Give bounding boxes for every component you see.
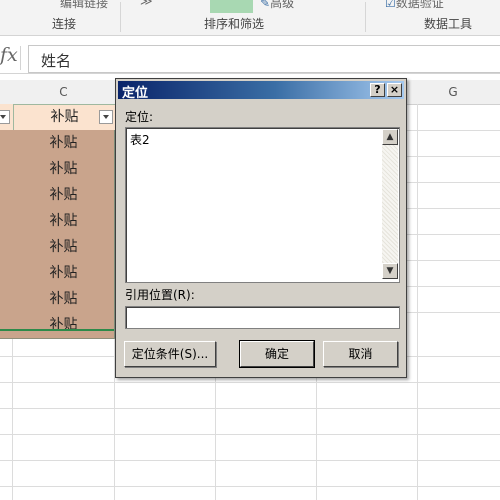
gridline [406, 312, 500, 313]
advanced-icon: ✎ [260, 0, 271, 10]
gridline [0, 486, 500, 487]
gridline [0, 408, 500, 409]
advanced-filter-button[interactable]: ✎高级 [260, 0, 294, 11]
filter-dropdown-icon[interactable] [99, 110, 113, 124]
column-header-b[interactable] [0, 80, 14, 105]
reference-input[interactable] [125, 306, 400, 329]
goto-dialog: 定位 ? × 定位: 表2 ▲ ▼ 引用位置(R): 定位条件(S)... 确定… [115, 78, 407, 378]
gridline [406, 286, 500, 287]
scroll-down-icon[interactable]: ▼ [382, 263, 398, 279]
dialog-titlebar[interactable]: 定位 ? × [118, 81, 404, 101]
formula-bar: fx 姓名 [0, 42, 500, 74]
list-item[interactable]: 表2 [130, 131, 150, 148]
listbox-scrollbar[interactable]: ▲ ▼ [382, 129, 398, 279]
data-validation-label: 数据验证 [395, 0, 444, 10]
dialog-title: 定位 [122, 86, 149, 101]
gridline [406, 208, 500, 209]
ribbon-separator [120, 2, 121, 32]
gridline [417, 104, 418, 500]
table-cell[interactable] [0, 182, 13, 209]
header-cell-text: 补贴 [50, 109, 79, 125]
group-label-data-tools: 数据工具 [424, 17, 473, 31]
reference-label: 引用位置(R): [125, 288, 195, 302]
advanced-label: 高级 [270, 0, 295, 10]
fx-icon[interactable]: fx [0, 44, 18, 66]
gridline [406, 260, 500, 261]
close-icon[interactable]: × [387, 83, 402, 97]
gridline [406, 234, 500, 235]
table-cell[interactable]: 补贴 [13, 156, 115, 183]
table-cell[interactable] [0, 286, 13, 313]
gridline [406, 182, 500, 183]
table-cell[interactable] [0, 260, 13, 287]
column-header-c[interactable]: C [13, 80, 115, 105]
goto-special-button[interactable]: 定位条件(S)... [124, 341, 216, 367]
goto-label: 定位: [125, 110, 154, 124]
table-header-cell[interactable] [0, 104, 13, 131]
group-label-sort-filter: 排序和筛选 [204, 17, 265, 31]
gridline [0, 434, 500, 435]
gridline [0, 460, 500, 461]
formula-input[interactable]: 姓名 [28, 45, 500, 73]
column-header-g[interactable]: G [406, 80, 500, 105]
group-label-connections: 连接 [52, 17, 77, 31]
table-cell[interactable]: 补贴 [13, 130, 115, 157]
ribbon: 编辑链接 ≫ ✎高级 ☑数据验证 连接 排序和筛选 数据工具 [0, 0, 500, 36]
table-cell[interactable] [0, 156, 13, 183]
table-cell[interactable]: 补贴 [13, 208, 115, 235]
help-icon[interactable]: ? [370, 83, 385, 97]
cancel-button[interactable]: 取消 [323, 341, 398, 367]
ok-button[interactable]: 确定 [239, 340, 315, 368]
scroll-up-icon[interactable]: ▲ [382, 129, 398, 145]
sort-icon[interactable]: ≫ [140, 0, 153, 8]
filter-dropdown-icon[interactable] [0, 110, 10, 124]
table-cell[interactable] [0, 312, 13, 339]
ribbon-separator [365, 2, 366, 32]
table-cell[interactable] [0, 130, 13, 157]
gridline [406, 156, 500, 157]
table-cell[interactable]: 补贴 [13, 182, 115, 209]
data-validation-button[interactable]: ☑数据验证 [385, 0, 444, 11]
table-cell[interactable]: 补贴 [13, 312, 115, 339]
gridline [406, 130, 500, 131]
table-cell[interactable]: 补贴 [13, 260, 115, 287]
gridline [0, 382, 500, 383]
gridline [12, 334, 13, 500]
table-cell[interactable]: 补贴 [13, 286, 115, 313]
table-cell[interactable] [0, 208, 13, 235]
table-cell[interactable]: 补贴 [13, 234, 115, 261]
formula-separator [20, 46, 21, 70]
table-cell[interactable] [0, 234, 13, 261]
edit-links-button[interactable]: 编辑链接 [60, 0, 108, 11]
goto-listbox[interactable]: 表2 ▲ ▼ [125, 127, 400, 283]
table-header-cell-subsidy[interactable]: 补贴 [13, 104, 116, 132]
formula-value: 姓名 [41, 52, 72, 70]
filter-icon[interactable] [210, 0, 253, 13]
validation-icon: ☑ [385, 0, 396, 10]
table-bottom-border [0, 329, 114, 331]
